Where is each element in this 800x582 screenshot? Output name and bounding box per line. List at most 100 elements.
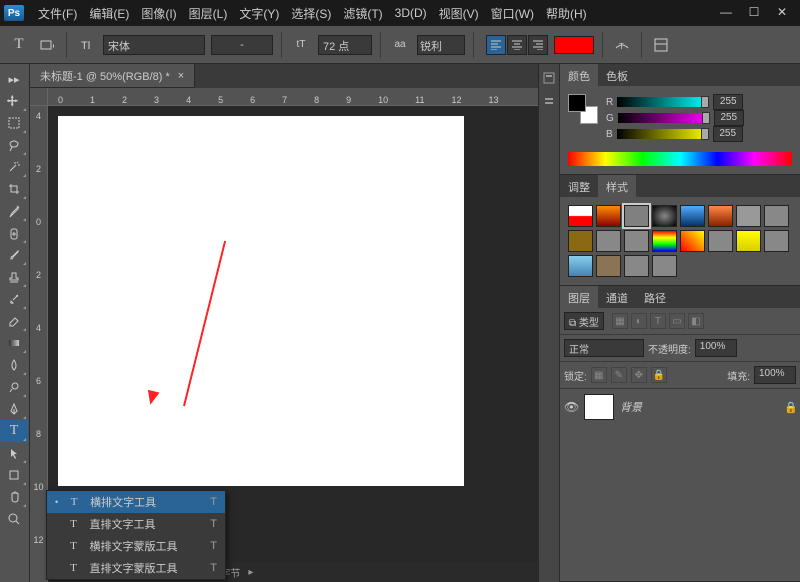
status-flyout-icon[interactable]: ▸	[248, 567, 253, 578]
gradient-tool[interactable]	[0, 332, 28, 354]
tab-swatches[interactable]: 色板	[598, 64, 636, 86]
wand-tool[interactable]	[0, 156, 28, 178]
b-slider[interactable]	[617, 129, 709, 139]
tab-adjustments[interactable]: 调整	[560, 175, 598, 197]
close-button[interactable]: ✕	[768, 3, 796, 23]
menu-view[interactable]: 视图(V)	[433, 1, 485, 26]
document-tab[interactable]: 未标题-1 @ 50%(RGB/8) * ×	[30, 64, 195, 88]
r-value[interactable]: 255	[713, 94, 743, 110]
shape-tool[interactable]	[0, 464, 28, 486]
eyedropper-tool[interactable]	[0, 200, 28, 222]
dodge-tool[interactable]	[0, 376, 28, 398]
move-tool[interactable]	[0, 90, 28, 112]
b-value[interactable]: 255	[713, 126, 743, 142]
layer-filter-kind[interactable]: ⧉ 类型	[564, 312, 604, 330]
opacity-input[interactable]: 100%	[695, 339, 737, 357]
layer-visibility-icon[interactable]: 👁	[564, 400, 578, 414]
properties-panel-icon[interactable]	[539, 92, 559, 112]
color-spectrum[interactable]	[568, 152, 792, 166]
menu-window[interactable]: 窗口(W)	[485, 1, 540, 26]
font-family-select[interactable]: 宋体	[103, 35, 205, 55]
flyout-item[interactable]: •T横排文字工具T	[47, 491, 225, 513]
history-panel-icon[interactable]	[539, 68, 559, 88]
font-style-select[interactable]: -	[211, 35, 273, 55]
style-swatch[interactable]	[596, 230, 621, 252]
filter-adjust-icon[interactable]: ◐	[631, 313, 647, 329]
align-right-button[interactable]	[528, 35, 548, 55]
layer-thumbnail[interactable]	[584, 394, 614, 420]
style-swatch[interactable]	[652, 205, 677, 227]
healing-tool[interactable]	[0, 222, 28, 244]
filter-smart-icon[interactable]: ◧	[688, 313, 704, 329]
filter-shape-icon[interactable]: ▭	[669, 313, 685, 329]
align-left-button[interactable]	[486, 35, 506, 55]
crop-tool[interactable]	[0, 178, 28, 200]
character-panel-icon[interactable]	[650, 34, 672, 56]
menu-edit[interactable]: 编辑(E)	[83, 1, 135, 26]
lasso-tool[interactable]	[0, 134, 28, 156]
document-tab-close[interactable]: ×	[178, 70, 184, 82]
lock-transparent-icon[interactable]: ▦	[591, 367, 607, 383]
r-slider[interactable]	[617, 97, 709, 107]
stamp-tool[interactable]	[0, 266, 28, 288]
tab-styles[interactable]: 样式	[598, 175, 636, 197]
menu-layer[interactable]: 图层(L)	[183, 1, 234, 26]
foreground-color-swatch[interactable]	[568, 94, 586, 112]
style-swatch[interactable]	[568, 255, 593, 277]
tab-layers[interactable]: 图层	[560, 286, 598, 308]
menu-image[interactable]: 图像(I)	[135, 1, 182, 26]
text-orientation-icon[interactable]: T	[75, 34, 97, 56]
warp-text-icon[interactable]: T	[611, 34, 633, 56]
style-swatch[interactable]	[764, 230, 789, 252]
style-swatch[interactable]	[568, 205, 593, 227]
style-swatch[interactable]	[708, 205, 733, 227]
style-swatch[interactable]	[652, 255, 677, 277]
flyout-item[interactable]: T直排文字工具T	[47, 513, 225, 535]
align-center-button[interactable]	[507, 35, 527, 55]
layer-name[interactable]: 背景	[620, 399, 642, 415]
flyout-item[interactable]: T横排文字蒙版工具T	[47, 535, 225, 557]
menu-select[interactable]: 选择(S)	[285, 1, 337, 26]
type-tool[interactable]: T	[0, 420, 28, 442]
style-swatch[interactable]	[680, 255, 705, 277]
menu-help[interactable]: 帮助(H)	[540, 1, 593, 26]
style-swatch[interactable]	[624, 205, 649, 227]
canvas[interactable]	[58, 116, 464, 486]
style-swatch[interactable]	[736, 230, 761, 252]
style-swatch[interactable]	[764, 255, 789, 277]
style-swatch[interactable]	[624, 255, 649, 277]
style-swatch[interactable]	[736, 205, 761, 227]
hand-tool[interactable]	[0, 486, 28, 508]
history-brush-tool[interactable]	[0, 288, 28, 310]
marquee-tool[interactable]	[0, 112, 28, 134]
style-swatch[interactable]	[596, 205, 621, 227]
tab-channels[interactable]: 通道	[598, 286, 636, 308]
style-swatch[interactable]	[652, 230, 677, 252]
style-swatch[interactable]	[708, 230, 733, 252]
style-swatch[interactable]	[708, 255, 733, 277]
fill-input[interactable]: 100%	[754, 366, 796, 384]
font-size-input[interactable]: 72 点	[318, 35, 372, 55]
pen-tool[interactable]	[0, 398, 28, 420]
layer-row-background[interactable]: 👁 背景 🔒	[560, 389, 800, 425]
brush-tool[interactable]	[0, 244, 28, 266]
lock-position-icon[interactable]: ✥	[631, 367, 647, 383]
minimize-button[interactable]: —	[712, 3, 740, 23]
style-swatch[interactable]	[736, 255, 761, 277]
tab-color[interactable]: 颜色	[560, 64, 598, 86]
path-select-tool[interactable]	[0, 442, 28, 464]
style-swatch[interactable]	[624, 230, 649, 252]
zoom-tool[interactable]	[0, 508, 28, 530]
type-presets-icon[interactable]	[36, 34, 58, 56]
menu-file[interactable]: 文件(F)	[32, 1, 83, 26]
style-swatch[interactable]	[596, 255, 621, 277]
filter-type-icon[interactable]: T	[650, 313, 666, 329]
menu-type[interactable]: 文字(Y)	[233, 1, 285, 26]
style-swatch[interactable]	[680, 205, 705, 227]
lock-all-icon[interactable]: 🔒	[651, 367, 667, 383]
maximize-button[interactable]: ☐	[740, 3, 768, 23]
blend-mode-select[interactable]: 正常	[564, 339, 644, 357]
style-swatch[interactable]	[568, 230, 593, 252]
g-slider[interactable]	[618, 113, 710, 123]
blur-tool[interactable]	[0, 354, 28, 376]
